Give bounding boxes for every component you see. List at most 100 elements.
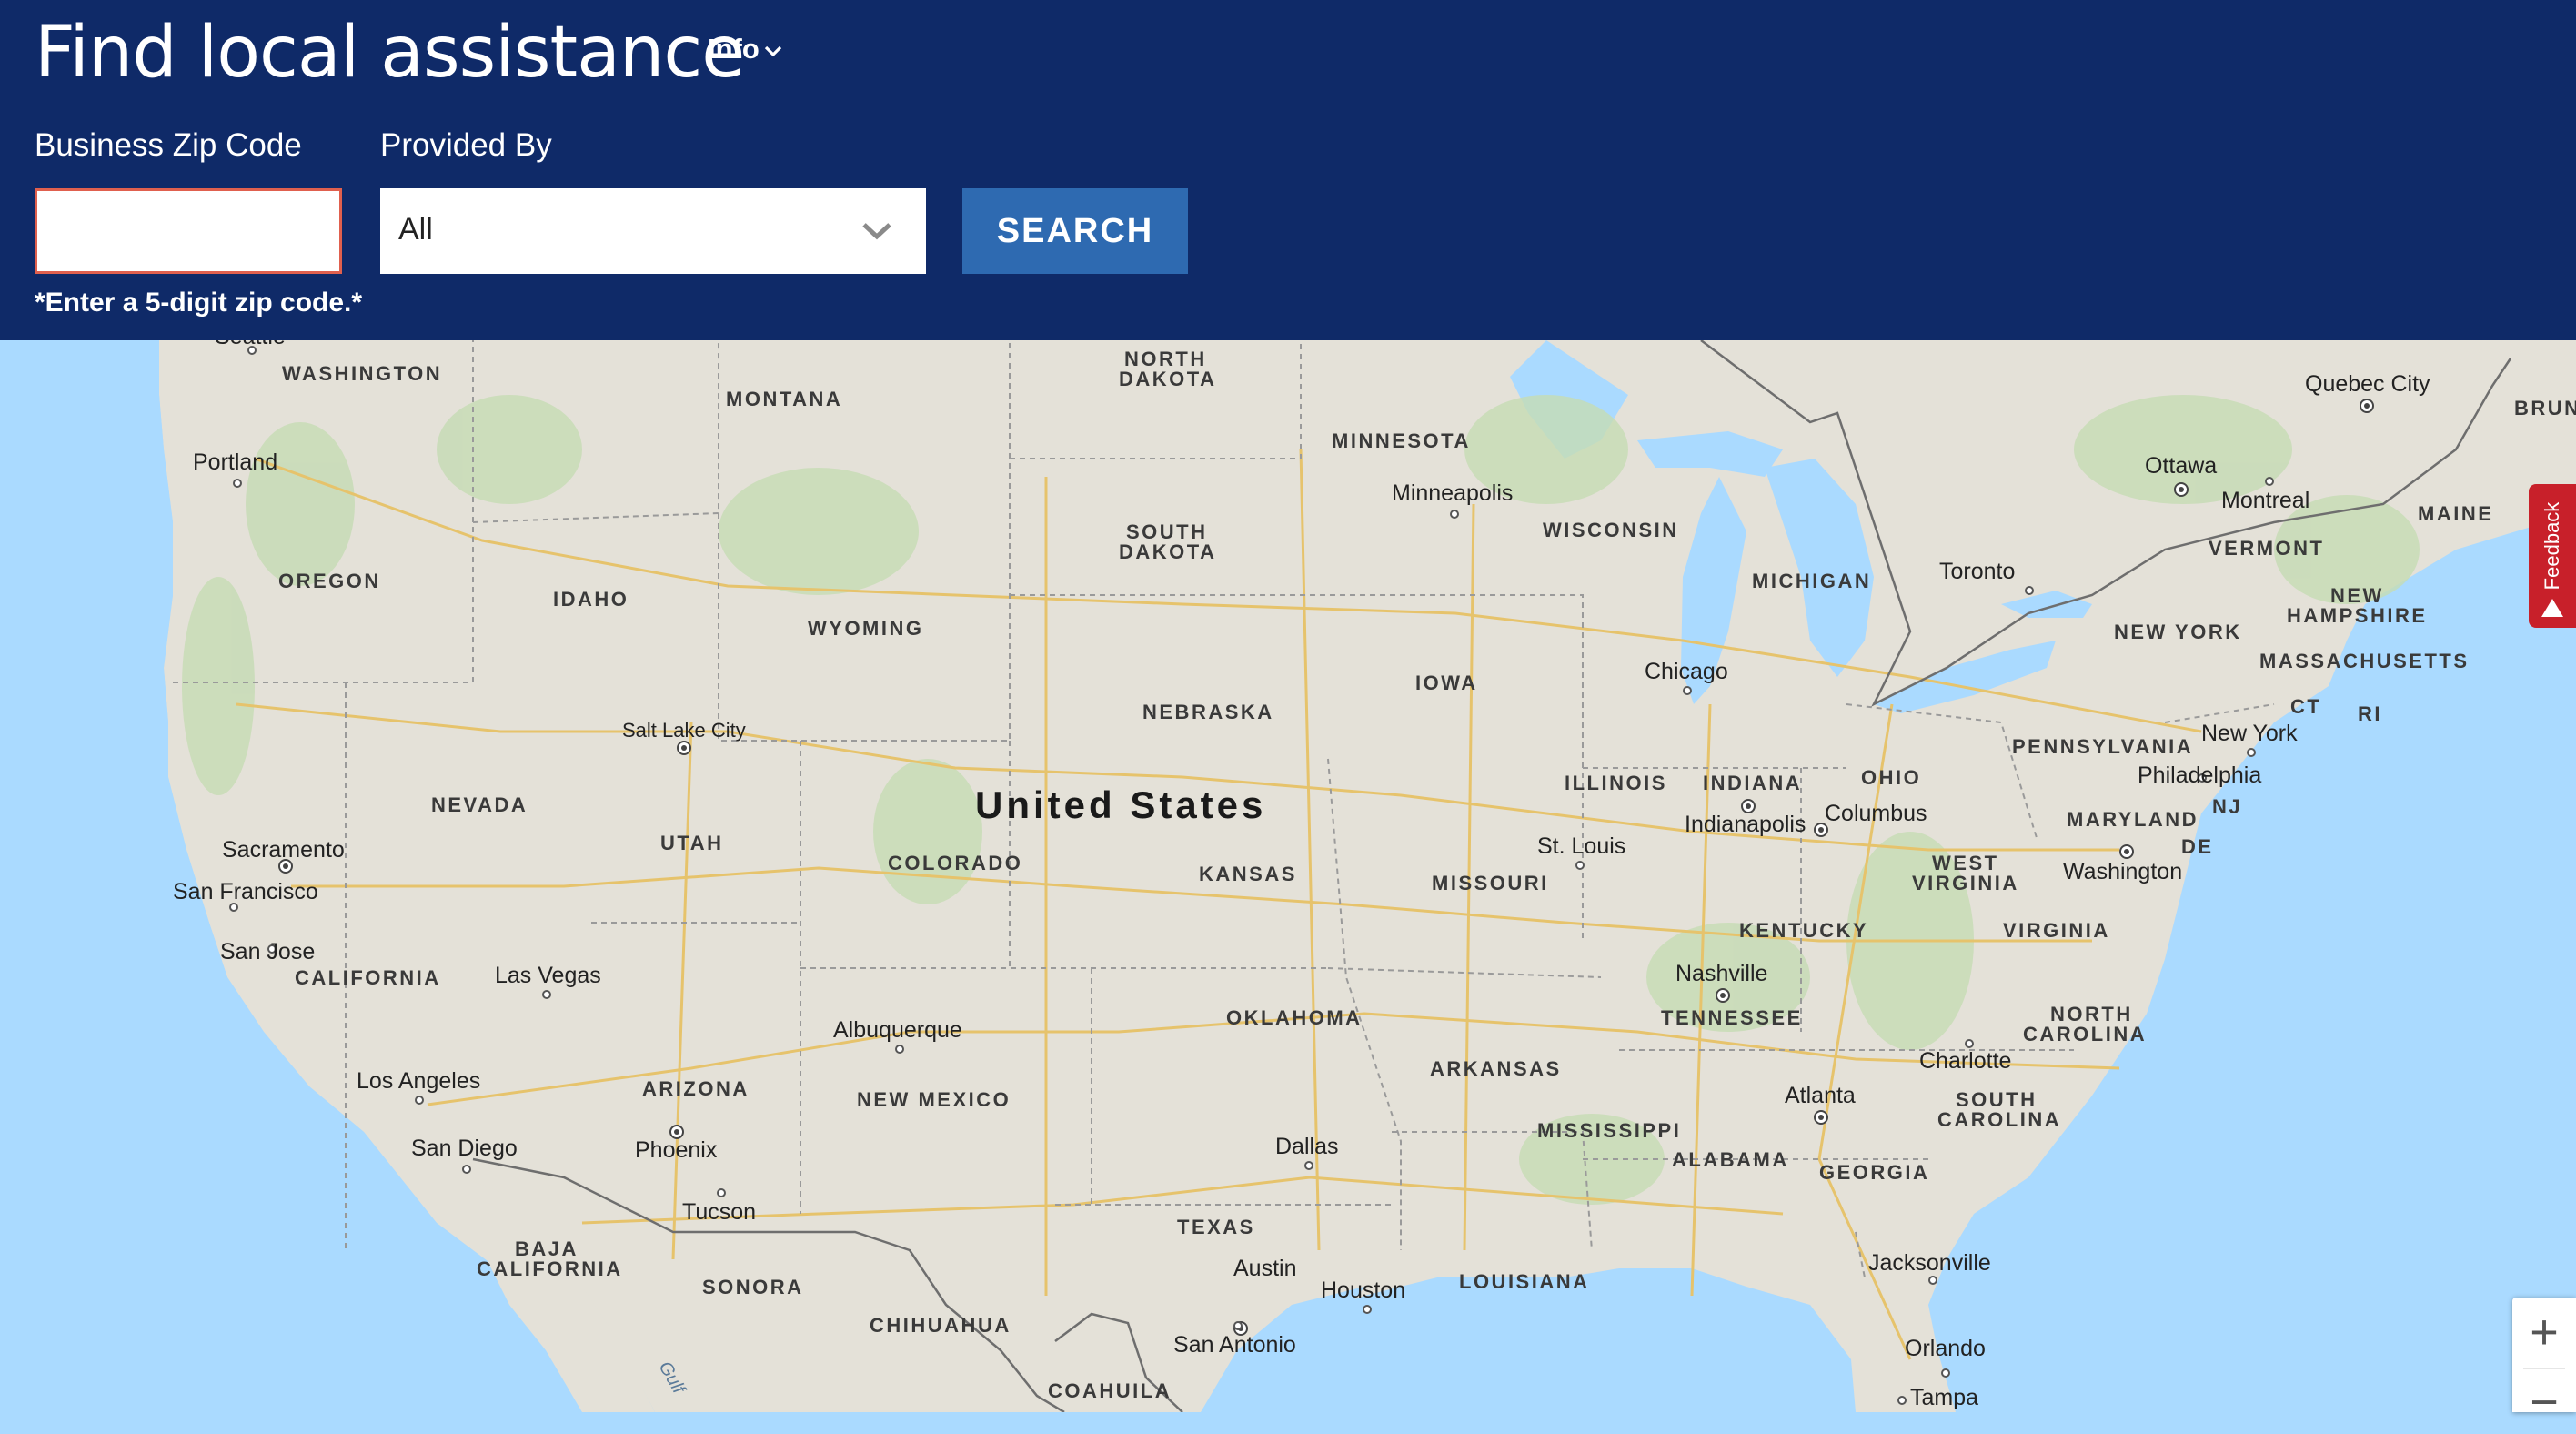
state-label-ct: CT bbox=[2290, 695, 2322, 718]
info-label: Info bbox=[708, 33, 760, 65]
state-label-minnesota: MINNESOTA bbox=[1332, 429, 1471, 452]
state-label-de: DE bbox=[2181, 835, 2214, 858]
state-label-oklahoma: OKLAHOMA bbox=[1226, 1006, 1363, 1029]
state-label-brunswick: BRUN bbox=[2514, 397, 2576, 419]
state-label-kansas: KANSAS bbox=[1199, 863, 1297, 885]
city-marker-las-vegas bbox=[542, 990, 551, 999]
city-marker-nashville bbox=[1716, 988, 1730, 1003]
state-label-pennsylvania: PENNSYLVANIA bbox=[2012, 735, 2194, 758]
city-label-st-louis: St. Louis bbox=[1537, 833, 1626, 859]
state-label-tennessee: TENNESSEE bbox=[1661, 1006, 1803, 1029]
state-label-arizona: ARIZONA bbox=[642, 1077, 750, 1100]
city-label-quebec-city: Quebec City bbox=[2305, 371, 2430, 397]
feedback-label: Feedback bbox=[2541, 501, 2563, 591]
state-label-kentucky: KENTUCKY bbox=[1739, 919, 1869, 942]
state-label-utah: UTAH bbox=[660, 832, 724, 854]
city-label-dallas: Dallas bbox=[1275, 1134, 1339, 1159]
city-marker-salt-lake-city bbox=[677, 741, 691, 755]
city-label-los-angeles: Los Angeles bbox=[357, 1068, 481, 1094]
city-label-montreal: Montreal bbox=[2221, 488, 2310, 513]
state-label-california: CALIFORNIA bbox=[295, 966, 441, 989]
city-marker-chicago bbox=[1683, 686, 1692, 695]
map-canvas[interactable]: United States WASHINGTON MONTANA NORTH D… bbox=[0, 340, 2576, 1412]
city-label-seattle: Seattle bbox=[215, 340, 286, 348]
search-button[interactable]: SEARCH bbox=[962, 188, 1188, 274]
provided-by-select[interactable]: All bbox=[380, 188, 926, 274]
city-label-washington-dc: Washington bbox=[2063, 859, 2183, 884]
zoom-out-button[interactable]: − bbox=[2512, 1370, 2576, 1429]
country-label: United States bbox=[975, 783, 1267, 826]
city-marker-quebec-city bbox=[2360, 399, 2374, 413]
city-marker-st-louis bbox=[1575, 861, 1585, 870]
provided-by-selected-value: All bbox=[398, 212, 433, 247]
city-label-ottawa: Ottawa bbox=[2145, 453, 2218, 479]
city-label-tampa: Tampa bbox=[1910, 1385, 1979, 1410]
state-label-mississippi: MISSISSIPPI bbox=[1537, 1119, 1682, 1142]
city-label-charlotte: Charlotte bbox=[1919, 1048, 2012, 1074]
city-label-san-antonio: San Antonio bbox=[1173, 1332, 1296, 1358]
state-label-wyoming: WYOMING bbox=[808, 617, 924, 640]
city-label-nashville: Nashville bbox=[1675, 961, 1768, 986]
city-marker-montreal bbox=[2265, 477, 2274, 486]
city-label-indianapolis: Indianapolis bbox=[1685, 812, 1806, 837]
city-label-toronto: Toronto bbox=[1939, 559, 2016, 584]
city-label-new-york: New York bbox=[2201, 721, 2298, 746]
city-marker-orlando bbox=[1941, 1368, 1950, 1378]
city-label-chicago: Chicago bbox=[1645, 659, 1728, 684]
city-marker-atlanta bbox=[1814, 1110, 1828, 1125]
zip-validation-error: *Enter a 5-digit zip code.* bbox=[35, 288, 363, 318]
state-label-new-hampshire-line1: NEW bbox=[2330, 584, 2384, 607]
state-label-north-carolina-line1: NORTH bbox=[2050, 1003, 2133, 1025]
city-marker-minneapolis bbox=[1450, 510, 1459, 519]
city-label-portland: Portland bbox=[193, 449, 278, 475]
state-label-north-carolina-line2: CAROLINA bbox=[2023, 1023, 2148, 1045]
city-label-salt-lake-city: Salt Lake City bbox=[622, 719, 746, 742]
city-label-tucson: Tucson bbox=[682, 1199, 757, 1225]
city-marker-dallas bbox=[1304, 1161, 1313, 1170]
feedback-tab[interactable]: Feedback bbox=[2529, 484, 2576, 628]
provided-by-label: Provided By bbox=[380, 127, 552, 163]
state-label-texas: TEXAS bbox=[1177, 1216, 1255, 1238]
state-label-south-dakota-line1: SOUTH bbox=[1126, 520, 1208, 543]
state-label-nj: NJ bbox=[2212, 795, 2243, 818]
map-zoom-controls: + − bbox=[2512, 1298, 2576, 1429]
state-label-new-hampshire-line2: HAMPSHIRE bbox=[2287, 604, 2428, 627]
state-label-south-carolina-line2: CAROLINA bbox=[1937, 1108, 2062, 1131]
zip-code-label: Business Zip Code bbox=[35, 127, 302, 163]
state-label-new-york: NEW YORK bbox=[2114, 621, 2242, 643]
state-label-ri: RI bbox=[2358, 702, 2382, 725]
city-label-austin: Austin bbox=[1233, 1256, 1297, 1281]
state-label-oregon: OREGON bbox=[278, 570, 381, 592]
state-label-maryland: MARYLAND bbox=[2067, 808, 2199, 831]
city-marker-charlotte bbox=[1965, 1039, 1974, 1048]
city-marker-houston bbox=[1363, 1305, 1372, 1314]
search-header: Find local assistance Info Business Zip … bbox=[0, 0, 2576, 340]
state-label-west-virginia-line2: VIRGINIA bbox=[1912, 872, 2019, 894]
city-marker-san-diego bbox=[462, 1165, 471, 1174]
state-label-nebraska: NEBRASKA bbox=[1142, 701, 1274, 723]
state-label-nevada: NEVADA bbox=[431, 793, 528, 816]
state-label-indiana: INDIANA bbox=[1703, 772, 1803, 794]
state-label-vermont: VERMONT bbox=[2209, 537, 2325, 560]
state-label-maine: MAINE bbox=[2418, 502, 2494, 525]
zoom-in-button[interactable]: + bbox=[2512, 1298, 2576, 1367]
state-label-arkansas: ARKANSAS bbox=[1430, 1057, 1562, 1080]
city-label-orlando: Orlando bbox=[1905, 1336, 1986, 1361]
chevron-down-icon bbox=[764, 45, 781, 57]
state-label-massachusetts: MASSACHUSETTS bbox=[2259, 650, 2470, 672]
state-label-iowa: IOWA bbox=[1415, 672, 1478, 694]
city-marker-ottawa bbox=[2174, 482, 2189, 497]
state-label-idaho: IDAHO bbox=[553, 588, 629, 611]
city-label-minneapolis: Minneapolis bbox=[1392, 480, 1514, 506]
info-dropdown-button[interactable]: Info bbox=[708, 33, 783, 66]
zip-code-input[interactable] bbox=[35, 188, 342, 274]
state-label-sonora: SONORA bbox=[702, 1276, 804, 1298]
city-label-jacksonville: Jacksonville bbox=[1868, 1250, 1991, 1276]
state-label-chihuahua: CHIHUAHUA bbox=[870, 1314, 1011, 1337]
city-label-san-jose: San Jose bbox=[220, 939, 316, 964]
state-label-missouri: MISSOURI bbox=[1432, 872, 1549, 894]
city-marker-washington-dc bbox=[2119, 844, 2134, 859]
triangle-up-icon bbox=[2541, 599, 2563, 617]
city-label-atlanta: Atlanta bbox=[1785, 1083, 1856, 1108]
state-label-coahuila: COAHUILA bbox=[1048, 1379, 1172, 1402]
